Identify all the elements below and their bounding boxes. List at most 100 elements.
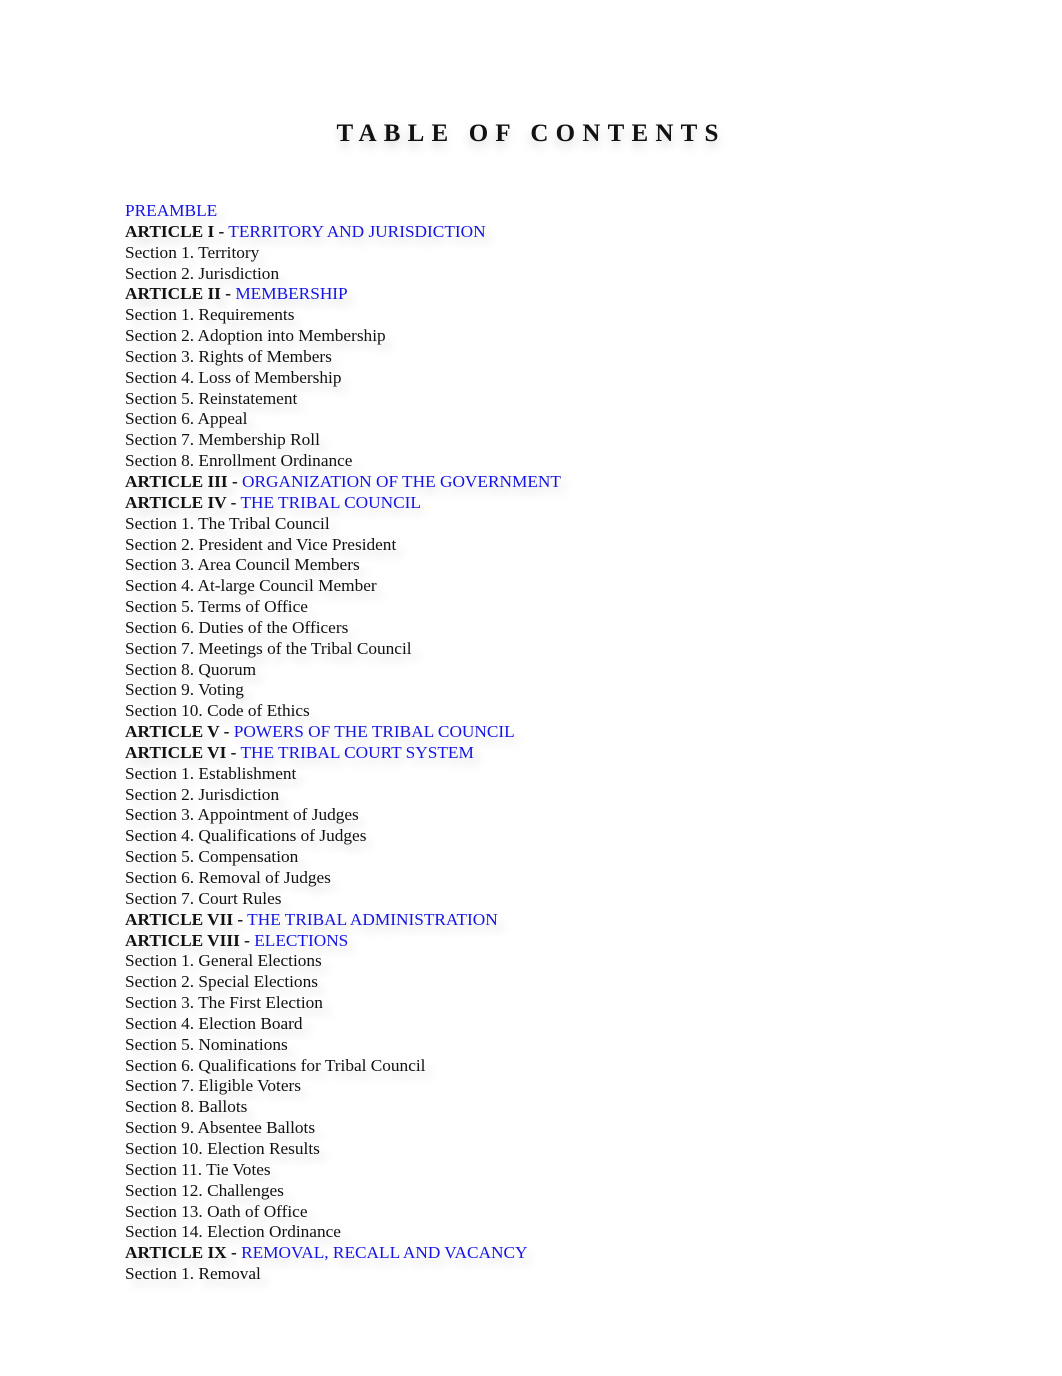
toc-section-row: Section 5. Compensation xyxy=(125,847,825,868)
article-title-link[interactable]: ELECTIONS xyxy=(254,931,348,950)
toc-article-row: ARTICLE II - MEMBERSHIP xyxy=(125,284,825,305)
article-label: ARTICLE VI - xyxy=(125,742,237,762)
toc-section-row: Section 6. Removal of Judges xyxy=(125,868,825,889)
section-text: Section 3. Rights of Members xyxy=(125,346,332,366)
article-label: ARTICLE IX - xyxy=(125,1243,237,1263)
article-title-link[interactable]: ORGANIZATION OF THE GOVERNMENT xyxy=(242,472,561,491)
article-title-link[interactable]: POWERS OF THE TRIBAL COUNCIL xyxy=(234,722,515,741)
section-text: Section 1. Territory xyxy=(125,242,260,262)
toc-section-row: Section 3. Area Council Members xyxy=(125,555,825,576)
section-text: Section 6. Appeal xyxy=(125,409,248,429)
section-text: Section 2. Special Elections xyxy=(125,972,318,992)
toc-section-row: Section 2. Jurisdiction xyxy=(125,785,825,806)
section-text: Section 1. Removal xyxy=(125,1264,261,1284)
section-text: Section 12. Challenges xyxy=(125,1180,284,1200)
section-text: Section 2. Adoption into Membership xyxy=(125,326,386,346)
toc-section-row: Section 5. Reinstatement xyxy=(125,389,825,410)
toc-section-row: Section 10. Election Results xyxy=(125,1139,825,1160)
section-text: Section 7. Membership Roll xyxy=(125,430,320,450)
toc-section-row: Section 7. Meetings of the Tribal Counci… xyxy=(125,639,825,660)
section-text: Section 5. Terms of Office xyxy=(125,597,308,617)
section-text: Section 13. Oath of Office xyxy=(125,1201,308,1221)
toc-section-row: Section 4. Qualifications of Judges xyxy=(125,826,825,847)
toc-section-row: Section 1. The Tribal Council xyxy=(125,514,825,535)
toc-section-row: Section 2. Special Elections xyxy=(125,972,825,993)
section-text: Section 4. Election Board xyxy=(125,1013,303,1033)
section-text: Section 10. Election Results xyxy=(125,1138,320,1158)
article-title-link[interactable]: THE TRIBAL COUNCIL xyxy=(240,493,420,512)
toc-section-row: Section 3. The First Election xyxy=(125,993,825,1014)
section-text: Section 4. Qualifications of Judges xyxy=(125,826,367,846)
section-text: Section 2. Jurisdiction xyxy=(125,263,280,283)
toc-section-row: Section 4. Election Board xyxy=(125,1014,825,1035)
section-text: Section 6. Removal of Judges xyxy=(125,868,331,887)
toc-article-row: ARTICLE IX - REMOVAL, RECALL AND VACANCY xyxy=(125,1243,825,1264)
section-text: Section 9. Voting xyxy=(125,680,244,700)
toc-section-row: Section 6. Duties of the Officers xyxy=(125,618,825,639)
section-text: Section 8. Enrollment Ordinance xyxy=(125,451,353,471)
toc-section-row: Section 1. General Elections xyxy=(125,951,825,972)
toc-section-row: Section 1. Removal xyxy=(125,1264,825,1285)
toc-section-row: Section 8. Quorum xyxy=(125,660,825,681)
toc-entry-preamble: PREAMBLE xyxy=(125,201,825,222)
toc-article-row: ARTICLE VIII - ELECTIONS xyxy=(125,931,825,952)
section-text: Section 8. Quorum xyxy=(125,659,257,679)
toc-article-row: ARTICLE VII - THE TRIBAL ADMINISTRATION xyxy=(125,910,825,931)
article-title-link[interactable]: REMOVAL, RECALL AND VACANCY xyxy=(241,1243,527,1262)
article-label: ARTICLE I - xyxy=(125,221,225,241)
toc-section-row: Section 2. Jurisdiction xyxy=(125,264,825,285)
toc-section-row: Section 3. Rights of Members xyxy=(125,347,825,368)
toc-section-row: Section 1. Requirements xyxy=(125,305,825,326)
article-title-link[interactable]: THE TRIBAL COURT SYSTEM xyxy=(240,743,473,762)
toc-section-row: Section 12. Challenges xyxy=(125,1181,825,1202)
section-text: Section 4. At-large Council Member xyxy=(125,576,377,596)
toc-article-row: ARTICLE IV - THE TRIBAL COUNCIL xyxy=(125,493,825,514)
table-of-contents: PREAMBLE ARTICLE I - TERRITORY AND JURISD… xyxy=(125,201,825,1285)
toc-section-row: Section 1. Territory xyxy=(125,243,825,264)
article-title-link[interactable]: THE TRIBAL ADMINISTRATION xyxy=(247,910,498,929)
section-text: Section 9. Absentee Ballots xyxy=(125,1118,316,1138)
toc-section-row: Section 9. Voting xyxy=(125,680,825,701)
section-text: Section 14. Election Ordinance xyxy=(125,1222,341,1242)
article-label: ARTICLE VII - xyxy=(125,909,244,929)
section-text: Section 3. Appointment of Judges xyxy=(125,805,359,825)
toc-article-row: ARTICLE I - TERRITORY AND JURISDICTION xyxy=(125,222,825,243)
toc-section-row: Section 7. Court Rules xyxy=(125,889,825,910)
section-text: Section 7. Court Rules xyxy=(125,888,282,908)
article-label: ARTICLE V - xyxy=(125,722,230,742)
section-text: Section 7. Meetings of the Tribal Counci… xyxy=(125,638,412,658)
toc-section-row: Section 6. Appeal xyxy=(125,409,825,430)
section-text: Section 2. President and Vice President xyxy=(125,534,397,554)
section-text: Section 5. Nominations xyxy=(125,1034,288,1054)
article-title-link[interactable]: TERRITORY AND JURISDICTION xyxy=(228,222,485,241)
section-text: Section 5. Reinstatement xyxy=(125,388,298,408)
section-text: Section 6. Duties of the Officers xyxy=(125,617,349,637)
toc-section-row: Section 3. Appointment of Judges xyxy=(125,805,825,826)
toc-section-row: Section 2. Adoption into Membership xyxy=(125,326,825,347)
page-title: TABLE OF CONTENTS xyxy=(336,120,726,147)
section-text: Section 1. Requirements xyxy=(125,305,295,325)
section-text: Section 1. The Tribal Council xyxy=(125,513,330,533)
toc-section-row: Section 14. Election Ordinance xyxy=(125,1222,825,1243)
toc-section-row: Section 7. Eligible Voters xyxy=(125,1076,825,1097)
toc-section-row: Section 11. Tie Votes xyxy=(125,1160,825,1181)
article-label: ARTICLE II - xyxy=(125,284,231,304)
article-title-link[interactable]: MEMBERSHIP xyxy=(235,284,347,303)
toc-section-row: Section 10. Code of Ethics xyxy=(125,701,825,722)
section-text: Section 3. The First Election xyxy=(125,993,323,1013)
article-label: ARTICLE VIII - xyxy=(125,930,250,950)
section-text: Section 2. Jurisdiction xyxy=(125,784,280,804)
section-text: Section 1. Establishment xyxy=(125,763,297,783)
toc-section-row: Section 8. Enrollment Ordinance xyxy=(125,451,825,472)
toc-section-row: Section 1. Establishment xyxy=(125,764,825,785)
section-text: Section 1. General Elections xyxy=(125,951,322,971)
toc-link[interactable]: PREAMBLE xyxy=(125,201,217,220)
toc-article-row: ARTICLE V - POWERS OF THE TRIBAL COUNCIL xyxy=(125,722,825,743)
section-text: Section 5. Compensation xyxy=(125,847,299,867)
article-label: ARTICLE IV - xyxy=(125,492,237,512)
toc-section-row: Section 5. Nominations xyxy=(125,1035,825,1056)
section-text: Section 3. Area Council Members xyxy=(125,555,360,575)
section-text: Section 7. Eligible Voters xyxy=(125,1076,302,1096)
section-text: Section 11. Tie Votes xyxy=(125,1159,271,1179)
toc-section-row: Section 6. Qualifications for Tribal Cou… xyxy=(125,1056,825,1077)
